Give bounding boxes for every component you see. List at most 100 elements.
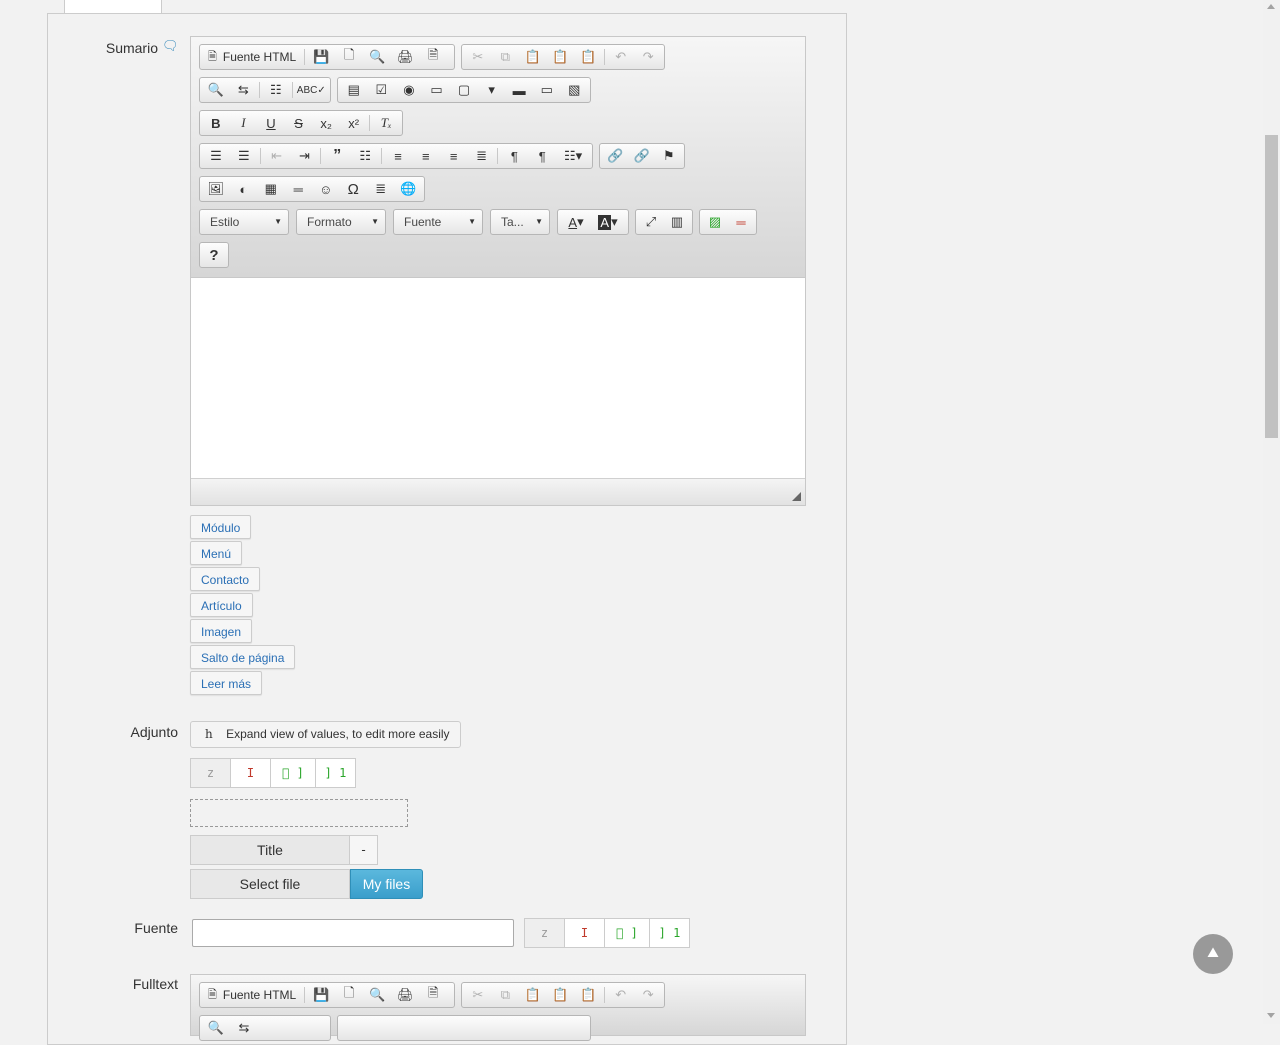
style-combo[interactable]: Estilo ▼ (199, 209, 289, 235)
mode-button-i[interactable]: I (564, 918, 605, 948)
templates-icon[interactable]: 🗎 (419, 983, 447, 1007)
save-icon[interactable]: 💾 (307, 45, 335, 69)
scroll-thumb[interactable] (1265, 135, 1278, 438)
justify-icon[interactable]: ≣ (468, 144, 496, 168)
mode-button-i[interactable]: I (230, 758, 271, 788)
tab-stub[interactable] (64, 0, 162, 14)
xtd-button-pagebreak[interactable]: Salto de página (190, 645, 296, 669)
paste-icon[interactable]: 📋 (519, 983, 547, 1007)
summary-editor-area[interactable] (191, 278, 805, 478)
source-html-button[interactable]: 🗎 Fuente HTML (202, 45, 302, 69)
hidden-field-icon[interactable]: ▧ (561, 78, 589, 102)
save-icon[interactable]: 💾 (307, 983, 335, 1007)
align-left-icon[interactable]: ≡ (384, 144, 412, 168)
paste-text-icon[interactable]: 📋 (547, 45, 575, 69)
align-right-icon[interactable]: ≡ (440, 144, 468, 168)
textfield-icon[interactable]: ▭ (423, 78, 451, 102)
mode-button-bracket[interactable]:   ] (270, 758, 316, 788)
flash-icon[interactable]: ◐ (230, 177, 258, 201)
paste-icon[interactable]: 📋 (519, 45, 547, 69)
help-button[interactable]: ? (202, 243, 226, 267)
superscript-icon[interactable]: x² (340, 111, 368, 135)
strike-icon[interactable]: S (285, 111, 313, 135)
paste-word-icon[interactable]: 📋 (574, 983, 602, 1007)
cut-icon[interactable]: ✂ (464, 45, 492, 69)
redo-icon[interactable]: ↷ (634, 983, 662, 1007)
find-icon[interactable]: 🔍 (202, 78, 230, 102)
mode-button-bracket[interactable]:   ] (604, 918, 650, 948)
bold-icon[interactable]: B (202, 111, 230, 135)
subscript-icon[interactable]: x₂ (312, 111, 340, 135)
copy-icon[interactable]: ⧉ (492, 983, 520, 1007)
special-char-icon[interactable]: Ω (340, 177, 368, 201)
find-icon[interactable]: 🔍 (202, 1016, 230, 1040)
div-icon[interactable]: ☷ (351, 144, 379, 168)
scroll-down-icon[interactable] (1267, 1013, 1275, 1018)
numbered-list-icon[interactable]: ☰ (202, 144, 230, 168)
print-icon[interactable]: 🖨 (391, 983, 419, 1007)
source-input[interactable] (192, 919, 514, 947)
maximize-icon[interactable]: ⤢ (638, 210, 664, 234)
mode-button-one[interactable]: ] 1 (649, 918, 690, 948)
replace-icon[interactable]: ⇆ (230, 1016, 258, 1040)
scroll-to-top-button[interactable]: ⯅ (1193, 934, 1233, 974)
new-page-icon[interactable]: 🗋 (335, 983, 363, 1007)
size-combo[interactable]: Ta... ▼ (490, 209, 550, 235)
image-button-icon[interactable]: ▭ (533, 78, 561, 102)
italic-icon[interactable]: I (230, 111, 258, 135)
cut-icon[interactable]: ✂ (464, 983, 492, 1007)
xtd-button-module[interactable]: Módulo (190, 515, 252, 539)
text-color-icon[interactable]: A ▾ (560, 210, 592, 234)
resize-handle-icon[interactable] (792, 492, 801, 501)
ltr-icon[interactable]: ¶ (500, 144, 528, 168)
undo-icon[interactable]: ↶ (607, 45, 635, 69)
mode-button-one[interactable]: ] 1 (315, 758, 356, 788)
undo-icon[interactable]: ↶ (607, 983, 635, 1007)
redo-icon[interactable]: ↷ (634, 45, 662, 69)
smiley-icon[interactable]: ☺ (312, 177, 340, 201)
font-combo[interactable]: Fuente ▼ (393, 209, 483, 235)
mode-button-z[interactable]: z (190, 758, 231, 788)
bg-color-icon[interactable]: A ▾ (592, 210, 624, 234)
comment-icon[interactable]: 🗨 (162, 38, 179, 54)
outdent-icon[interactable]: ⇤ (263, 144, 291, 168)
expand-view-button[interactable]: h Expand view of values, to edit more ea… (190, 721, 461, 748)
select-icon[interactable]: ▾ (478, 78, 506, 102)
horizontal-line-icon[interactable]: ═ (285, 177, 313, 201)
form-icon[interactable]: ▤ (340, 78, 368, 102)
xtd-button-readmore[interactable]: Leer más (190, 671, 263, 695)
link-icon[interactable]: 🔗 (602, 144, 629, 168)
align-center-icon[interactable]: ≡ (412, 144, 440, 168)
format-combo[interactable]: Formato ▼ (296, 209, 386, 235)
iframe-icon[interactable]: 🌐 (395, 177, 423, 201)
preview-icon[interactable]: 🔍 (363, 983, 391, 1007)
mode-button-z[interactable]: z (524, 918, 565, 948)
anchor-flag-icon[interactable]: ⚑ (655, 144, 682, 168)
readmore-icon[interactable]: ▨ (702, 210, 728, 234)
page-scrollbar[interactable] (1263, 0, 1280, 1024)
source-html-button[interactable]: 🗎 Fuente HTML (202, 983, 302, 1007)
table-icon[interactable]: ▦ (257, 177, 285, 201)
xtd-button-contact[interactable]: Contacto (190, 567, 261, 591)
language-icon[interactable]: ☷▾ (556, 144, 590, 168)
bulleted-list-icon[interactable]: ☰ (230, 144, 258, 168)
select-all-icon[interactable]: ☷ (262, 78, 290, 102)
show-blocks-icon[interactable]: ▥ (664, 210, 690, 234)
select-file-field[interactable]: Select file (190, 869, 350, 899)
unlink-icon[interactable]: 🔗 (629, 144, 656, 168)
my-files-button[interactable]: My files (350, 869, 423, 899)
rtl-icon[interactable]: ¶ (528, 144, 556, 168)
page-break-icon[interactable]: ≣ (367, 177, 395, 201)
copy-icon[interactable]: ⧉ (492, 45, 520, 69)
indent-icon[interactable]: ⇥ (291, 144, 319, 168)
pagebreak-icon[interactable]: ═ (728, 210, 754, 234)
remove-format-icon[interactable]: Tₓ (372, 111, 400, 135)
print-icon[interactable]: 🖨 (391, 45, 419, 69)
attachment-drop-area[interactable] (190, 799, 408, 827)
button-icon[interactable]: ▬ (505, 78, 533, 102)
xtd-button-image[interactable]: Imagen (190, 619, 253, 643)
radio-icon[interactable]: ◉ (395, 78, 423, 102)
templates-icon[interactable]: 🗎 (419, 45, 447, 69)
xtd-button-article[interactable]: Artículo (190, 593, 253, 617)
underline-icon[interactable]: U (257, 111, 285, 135)
